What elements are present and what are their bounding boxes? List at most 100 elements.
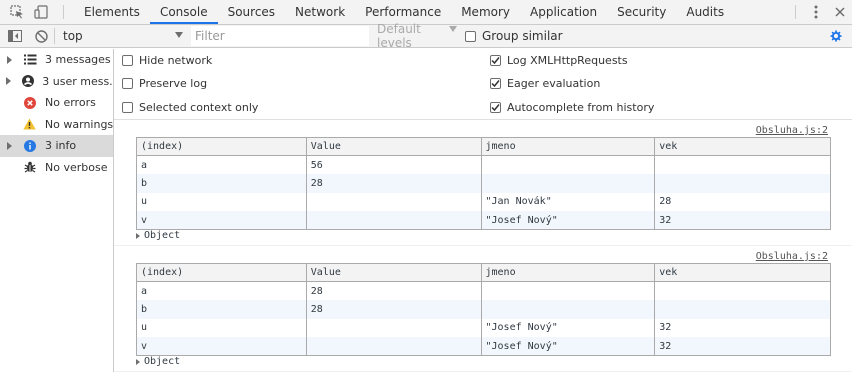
table-cell: 32 <box>659 322 672 334</box>
tab-console[interactable]: Console <box>149 0 218 24</box>
table-row: u "Jan Novák" 28 <box>136 192 831 211</box>
table-header[interactable]: vek <box>654 137 831 156</box>
table-row: v "Josef Nový" 32 <box>136 211 831 230</box>
object-expander[interactable]: Object <box>136 230 180 241</box>
table-cell: v <box>136 211 307 230</box>
filter-input[interactable]: Filter <box>191 26 369 46</box>
settings-left-column: Hide network Preserve log Selected context… <box>122 49 258 119</box>
clear-console-icon[interactable] <box>30 25 52 47</box>
setting-selected-context-only[interactable]: Selected context only <box>122 96 258 119</box>
chevron-right-icon[interactable] <box>5 77 11 86</box>
checked-checkbox[interactable] <box>490 101 501 113</box>
table-cell: "Josef Nový" <box>481 211 656 230</box>
table-cell <box>655 156 831 175</box>
table-cell <box>481 300 656 319</box>
chevron-down-icon <box>449 26 457 32</box>
table-row: v "Josef Nový" 32 <box>136 337 831 356</box>
table-row: a 56 <box>136 155 831 175</box>
table-header[interactable]: jmeno <box>481 263 656 282</box>
table-cell <box>481 174 656 193</box>
tab-list: Elements Console Sources Network Performance… <box>74 0 734 24</box>
chevron-right-icon <box>136 358 140 365</box>
setting-label: Autocomplete from history <box>507 100 655 114</box>
table-cell: v <box>136 337 307 356</box>
sidebar-item-list[interactable]: 3 messages <box>0 49 113 71</box>
caret-slot <box>0 55 18 64</box>
inspect-element-icon[interactable] <box>7 0 27 24</box>
table-header[interactable]: jmeno <box>481 137 656 156</box>
table-cell: a <box>136 155 307 174</box>
tab-application[interactable]: Application <box>520 0 607 24</box>
device-toolbar-icon[interactable] <box>31 0 51 24</box>
table-header[interactable]: Value <box>306 137 482 156</box>
source-link[interactable]: Obsluha.js:2 <box>756 251 828 262</box>
table-cell: 32 <box>654 337 831 356</box>
table-cell: u <box>136 318 307 337</box>
close-icon[interactable] <box>828 0 852 24</box>
checkbox[interactable] <box>122 55 133 67</box>
setting-hide-network[interactable]: Hide network <box>122 49 258 72</box>
more-options-icon[interactable] <box>804 0 828 24</box>
table-header[interactable]: vek <box>654 263 831 282</box>
setting-log-xmlhttprequests[interactable]: Log XMLHttpRequests <box>490 49 654 72</box>
tab-memory[interactable]: Memory <box>451 0 520 24</box>
chevron-right-icon[interactable] <box>6 55 12 64</box>
table-cell: 28 <box>659 196 672 208</box>
setting-eager-evaluation[interactable]: Eager evaluation <box>490 72 654 95</box>
checked-checkbox[interactable] <box>490 55 501 67</box>
gear-icon[interactable] <box>827 27 845 45</box>
checkbox[interactable] <box>122 78 133 90</box>
console-table: (index) Value jmeno vek a 28 b 28 u "Josef Nový" 3… <box>136 263 831 356</box>
sidebar-item-error[interactable]: No errors <box>0 92 113 114</box>
object-label: Object <box>144 230 181 241</box>
setting-label: Hide network <box>139 54 213 68</box>
checked-checkbox[interactable] <box>490 78 501 90</box>
table-cell: 56 <box>306 155 482 174</box>
sidebar-item-warning[interactable]: No warnings <box>0 114 113 136</box>
chevron-down-icon <box>175 32 183 38</box>
log-levels-dropdown[interactable]: Default levels <box>377 22 457 50</box>
table-cell <box>306 337 482 356</box>
sidebar-item-label: No errors <box>45 96 96 110</box>
console-table: (index) Value jmeno vek a 56 b 28 u "Jan Novák" 28… <box>136 137 831 230</box>
table-header[interactable]: Value <box>306 263 482 282</box>
table-cell: u <box>136 192 307 211</box>
caret-slot <box>0 141 18 150</box>
table-cell <box>306 318 482 337</box>
sidebar-item-info[interactable]: 3 info <box>0 135 113 157</box>
sidebar-item-user[interactable]: 3 user mess... <box>0 71 113 93</box>
table-header[interactable]: (index) <box>136 137 307 156</box>
info-icon <box>23 139 37 153</box>
group-similar-toggle[interactable]: Group similar <box>465 29 563 43</box>
console-sidebar: 3 messages 3 user mess... No errors No warn… <box>0 49 114 372</box>
tab-elements[interactable]: Elements <box>74 0 150 24</box>
toggle-sidebar-icon[interactable] <box>4 25 26 47</box>
table-cell <box>481 281 656 300</box>
table-header[interactable]: (index) <box>136 263 307 282</box>
object-expander[interactable]: Object <box>136 356 180 367</box>
tab-security[interactable]: Security <box>607 0 676 24</box>
tab-performance[interactable]: Performance <box>355 0 451 24</box>
table-cell <box>306 211 482 230</box>
group-similar-checkbox[interactable] <box>465 30 476 42</box>
table-cell: "Jan Novák" <box>481 192 656 211</box>
table-cell: b <box>136 174 307 193</box>
setting-label: Preserve log <box>139 77 208 91</box>
chevron-right-icon[interactable] <box>6 141 12 150</box>
source-link[interactable]: Obsluha.js:2 <box>756 125 828 136</box>
sidebar-list: 3 messages 3 user mess... No errors No warn… <box>0 49 113 178</box>
separator <box>54 28 55 44</box>
table-cell: 28 <box>306 300 482 319</box>
tab-audits[interactable]: Audits <box>676 0 734 24</box>
table-row: b 28 <box>136 300 831 319</box>
tab-network[interactable]: Network <box>285 0 355 24</box>
console-toolbar: top Filter Default levels Group similar <box>0 22 852 50</box>
setting-preserve-log[interactable]: Preserve log <box>122 72 258 95</box>
setting-autocomplete-from-history[interactable]: Autocomplete from history <box>490 96 654 119</box>
tab-sources[interactable]: Sources <box>218 0 285 24</box>
checkbox[interactable] <box>122 101 133 113</box>
context-selector[interactable]: top <box>57 25 187 47</box>
sidebar-item-bug[interactable]: No verbose <box>0 157 113 179</box>
table-cell <box>655 282 831 301</box>
table-cell: "Josef Nový" <box>481 318 656 337</box>
